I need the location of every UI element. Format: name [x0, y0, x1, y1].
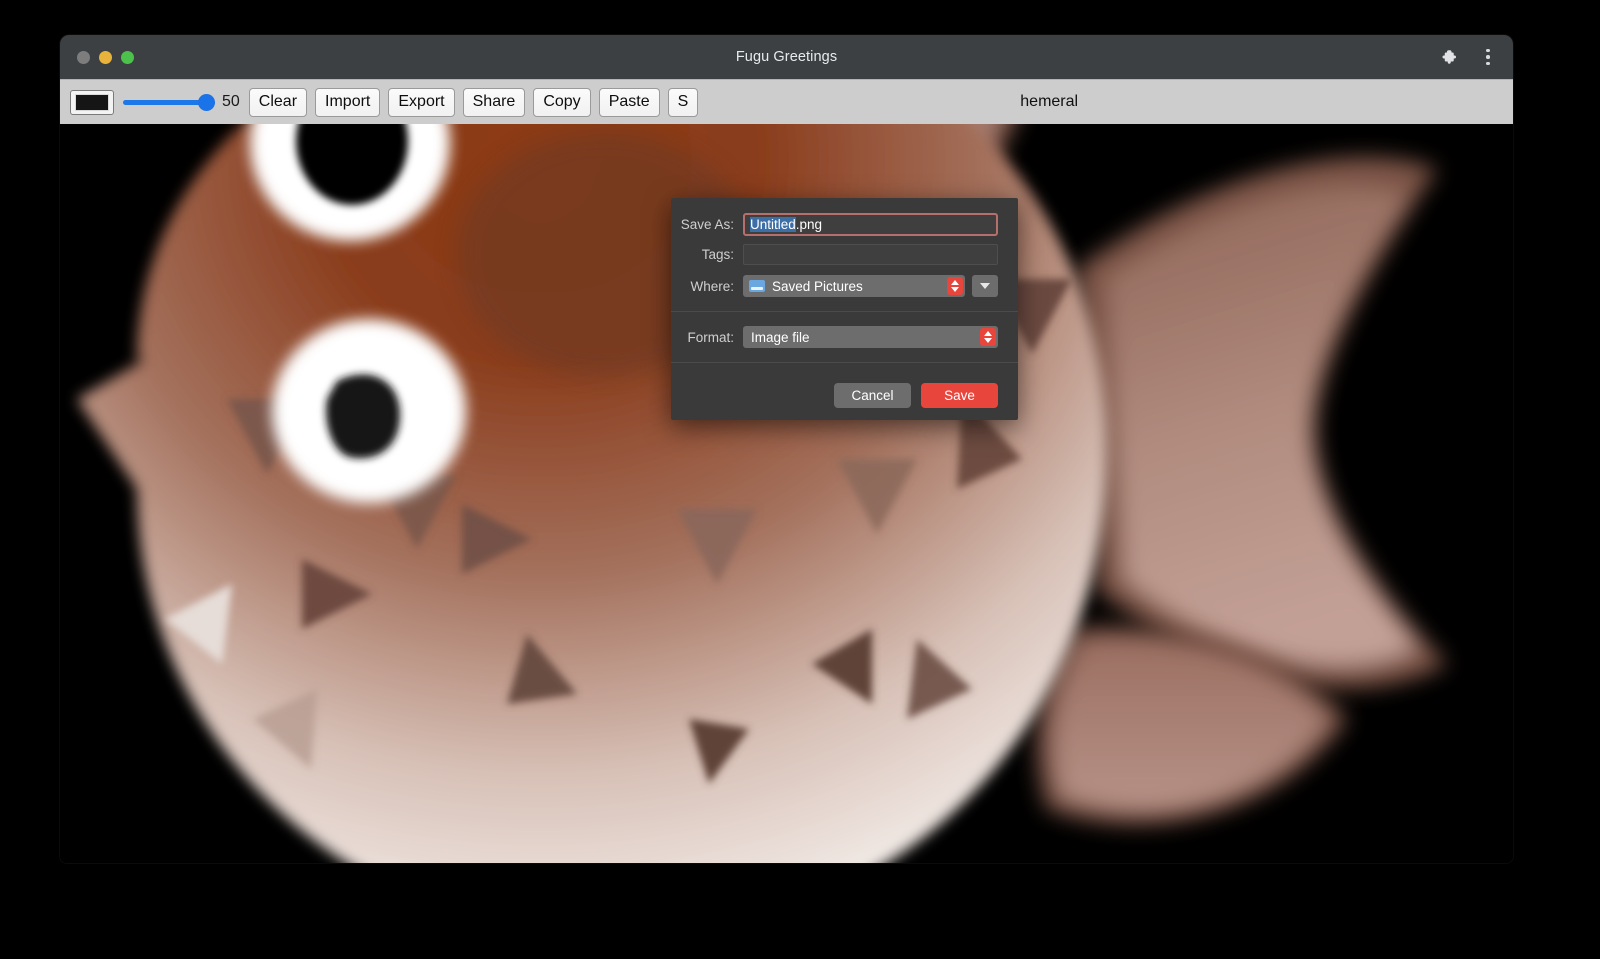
chevron-up-icon: [951, 280, 959, 285]
paste-button[interactable]: Paste: [599, 88, 660, 117]
chevron-down-icon: [951, 287, 959, 292]
where-dropdown[interactable]: Saved Pictures: [743, 275, 965, 297]
brush-size-slider[interactable]: [123, 91, 215, 113]
save-file-dialog[interactable]: Save As: Untitled.png Tags: Where: Saved…: [671, 198, 1018, 420]
screen: Fugu Greetings 50 Cl: [0, 0, 1600, 959]
where-value: Saved Pictures: [772, 279, 863, 294]
format-value: Image file: [751, 330, 810, 345]
tags-input[interactable]: [743, 244, 998, 265]
save-button-occluded[interactable]: S: [668, 88, 699, 117]
share-button[interactable]: Share: [463, 88, 526, 117]
traffic-light-controls: [77, 51, 134, 64]
folder-icon: [749, 280, 765, 292]
color-swatch-fill: [75, 94, 109, 111]
color-picker[interactable]: [70, 90, 114, 115]
puzzle-piece-icon[interactable]: [1439, 46, 1461, 68]
export-button[interactable]: Export: [388, 88, 454, 117]
drawing-canvas[interactable]: Save As: Untitled.png Tags: Where: Saved…: [60, 124, 1513, 863]
dialog-divider: [671, 362, 1018, 363]
format-dropdown[interactable]: Image file: [743, 326, 998, 348]
app-toolbar: 50 Clear Import Export Share Copy Paste …: [60, 79, 1513, 124]
clear-button[interactable]: Clear: [249, 88, 307, 117]
window-titlebar: Fugu Greetings: [60, 35, 1513, 79]
where-label: Where:: [671, 279, 743, 294]
dialog-actions: Cancel Save: [671, 383, 1018, 408]
tail-fin: [1077, 157, 1447, 688]
save-as-input[interactable]: Untitled.png: [743, 213, 998, 236]
expand-browser-button[interactable]: [972, 275, 998, 297]
window-title: Fugu Greetings: [60, 49, 1513, 65]
save-button[interactable]: Save: [921, 383, 998, 408]
chevron-down-icon: [984, 338, 992, 343]
browser-window: Fugu Greetings 50 Cl: [60, 35, 1513, 863]
save-as-selected-text: Untitled: [750, 217, 796, 232]
titlebar-actions: [1439, 46, 1499, 68]
minimize-window-button[interactable]: [99, 51, 112, 64]
brush-size-value: 50: [222, 93, 240, 111]
kebab-menu-icon[interactable]: [1477, 46, 1499, 68]
where-row: Where: Saved Pictures: [671, 275, 1018, 297]
format-label: Format:: [671, 330, 743, 345]
ephemeral-label: hemeral: [1020, 93, 1078, 111]
stepper-arrows-icon[interactable]: [947, 277, 963, 295]
format-row: Format: Image file: [671, 326, 1018, 348]
tags-label: Tags:: [671, 247, 743, 262]
dialog-divider: [671, 311, 1018, 312]
maximize-window-button[interactable]: [121, 51, 134, 64]
save-as-row: Save As: Untitled.png: [671, 213, 1018, 236]
chevron-up-icon: [984, 331, 992, 336]
close-window-button[interactable]: [77, 51, 90, 64]
save-as-extension-text: .png: [796, 217, 822, 232]
tags-row: Tags:: [671, 244, 1018, 265]
slider-thumb[interactable]: [198, 94, 215, 111]
cancel-button[interactable]: Cancel: [834, 383, 911, 408]
import-button[interactable]: Import: [315, 88, 380, 117]
copy-button[interactable]: Copy: [533, 88, 590, 117]
chevron-down-icon: [980, 283, 990, 289]
save-as-label: Save As:: [671, 217, 743, 232]
eye-lower: [272, 319, 466, 503]
stepper-arrows-icon[interactable]: [980, 328, 996, 346]
